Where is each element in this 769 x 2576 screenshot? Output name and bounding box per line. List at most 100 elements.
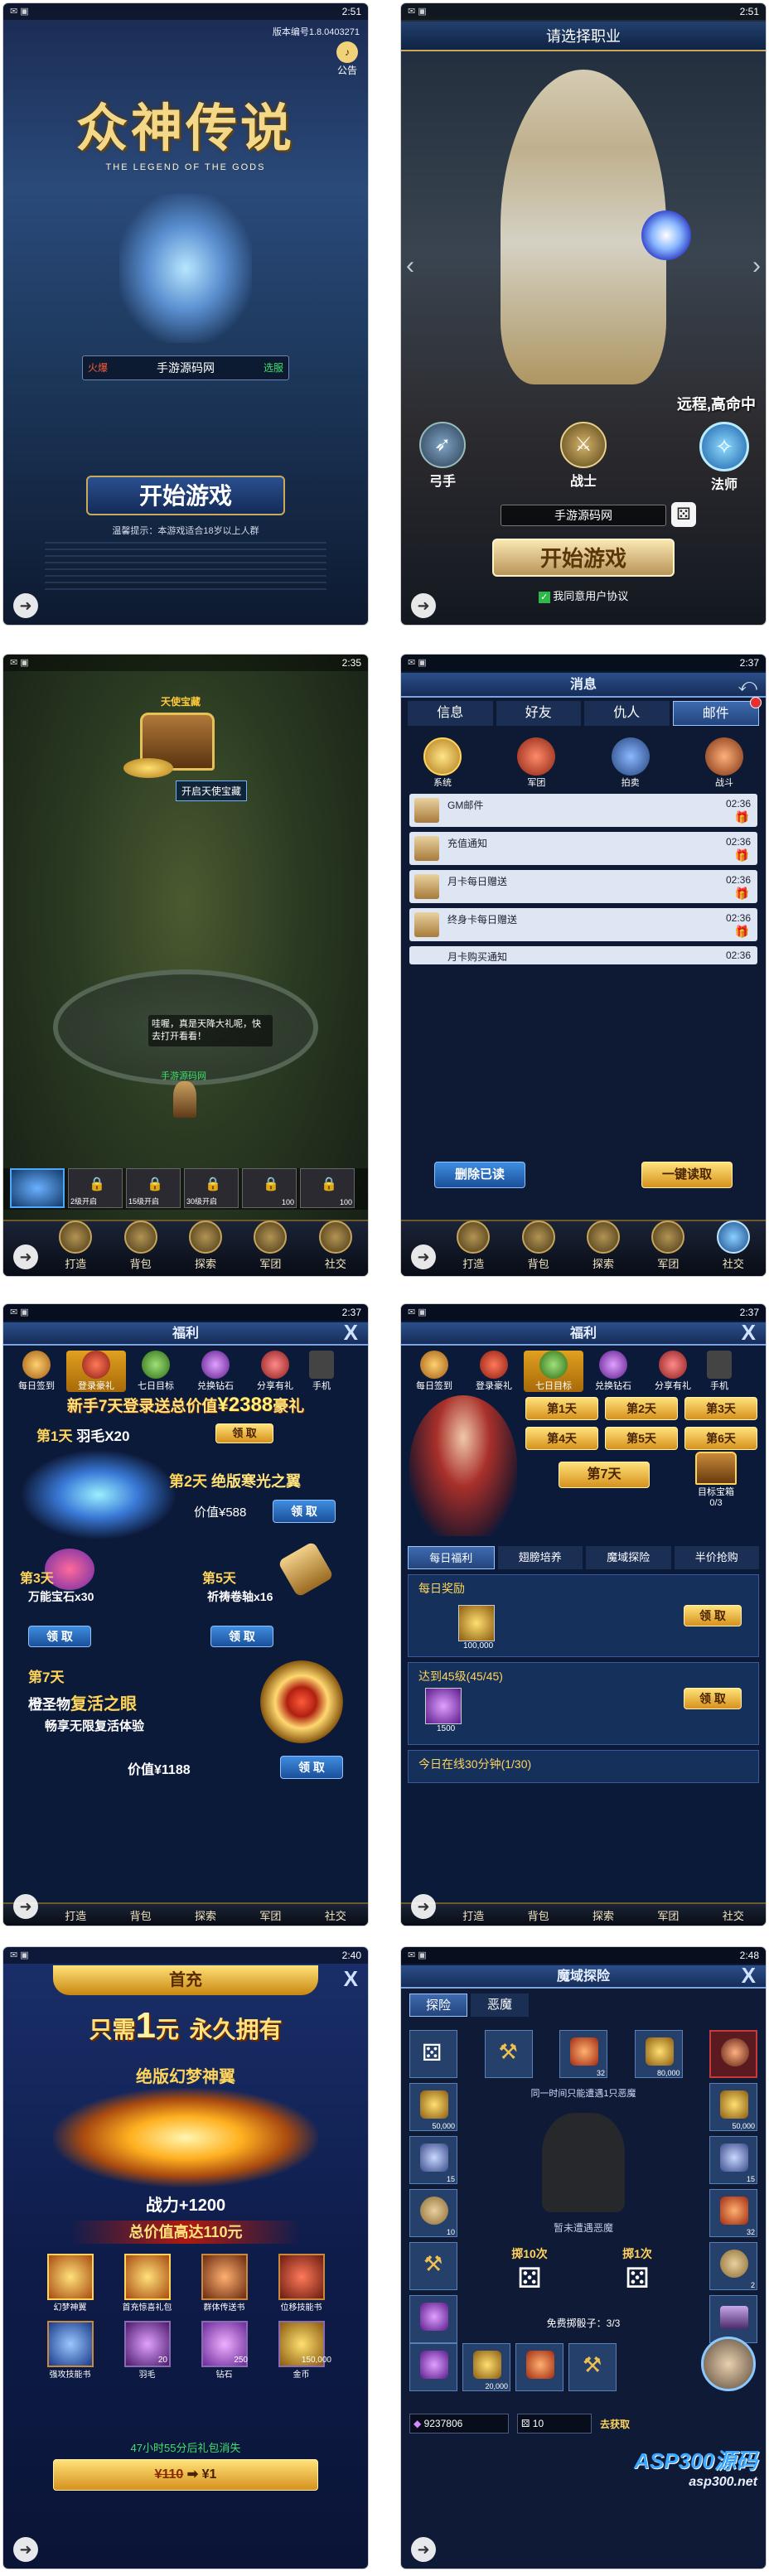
roll-one-button[interactable]: 掷1次 ⚄ <box>608 2245 666 2295</box>
close-icon[interactable]: ⤺ <box>738 674 757 696</box>
reward-item[interactable]: 强攻技能书 <box>36 2321 104 2380</box>
tab-explore[interactable]: 探险 <box>409 1994 467 2017</box>
subtab-half-price[interactable]: 半价抢购 <box>674 1546 759 1569</box>
day3-claim-button[interactable]: 领 取 <box>28 1626 91 1647</box>
skill-slot-3[interactable]: 🔒 15级开启 <box>126 1168 181 1208</box>
day-button-6[interactable]: 第6天 <box>684 1427 757 1450</box>
reward-item[interactable]: 首充惊喜礼包 <box>114 2254 181 2313</box>
roll-ten-button[interactable]: 掷10次 ⚄ <box>501 2245 559 2295</box>
nav-forge[interactable]: 打造 <box>43 1907 108 1923</box>
tab-phone[interactable]: 手机 <box>305 1351 338 1392</box>
subtab-daily[interactable]: 每日福利 <box>408 1546 495 1569</box>
tab-daily-sign[interactable]: 每日签到 <box>404 1351 464 1392</box>
tab-seven-day[interactable]: 七日目标 <box>524 1351 583 1392</box>
reward-item[interactable]: 250 钻石 <box>191 2321 258 2380</box>
player-avatar-cell[interactable] <box>701 2337 756 2391</box>
nav-explore[interactable]: 探索 <box>571 1907 636 1923</box>
close-icon[interactable]: X <box>344 1967 358 1990</box>
tab-login-gift[interactable]: 登录豪礼 <box>66 1351 126 1392</box>
tab-daily-sign[interactable]: 每日签到 <box>7 1351 66 1392</box>
back-arrow-button[interactable]: ➜ <box>13 593 38 618</box>
close-icon[interactable]: X <box>344 1321 358 1344</box>
random-name-dice-icon[interactable]: ⚄ <box>671 502 696 527</box>
server-switch-link[interactable]: 选服 <box>264 356 283 379</box>
skill-slot-4[interactable]: 🔒 30级开启 <box>184 1168 239 1208</box>
day-button-4[interactable]: 第4天 <box>525 1427 598 1450</box>
back-arrow-button[interactable]: ➜ <box>411 1894 436 1919</box>
tab-friends[interactable]: 好友 <box>496 701 581 726</box>
task-claim-button[interactable]: 领 取 <box>684 1605 742 1626</box>
nav-social[interactable]: 社交 <box>701 1220 766 1276</box>
back-arrow-button[interactable]: ➜ <box>411 1245 436 1269</box>
tab-share[interactable]: 分享有礼 <box>245 1351 305 1392</box>
open-chest-button[interactable]: 开启天使宝藏 <box>176 781 248 801</box>
nav-guild[interactable]: 军团 <box>238 1220 302 1276</box>
nav-bag[interactable]: 背包 <box>108 1907 172 1923</box>
read-all-button[interactable]: 一键读取 <box>641 1162 733 1188</box>
skill-slot-1[interactable] <box>10 1168 65 1208</box>
skill-slot-6[interactable]: 🔒 100 <box>300 1168 355 1208</box>
task-claim-button[interactable]: 领 取 <box>684 1688 742 1709</box>
reward-item[interactable]: 位移技能书 <box>268 2254 335 2313</box>
agreement-checkbox[interactable]: ✓ <box>538 591 550 603</box>
nav-explore[interactable]: 探索 <box>173 1220 238 1276</box>
reward-item[interactable]: 幻梦神翼 <box>36 2254 104 2313</box>
nav-social[interactable]: 社交 <box>303 1220 368 1276</box>
day-button-7[interactable]: 第7天 <box>559 1462 650 1488</box>
reward-item[interactable]: 150,000 金币 <box>268 2321 335 2380</box>
tab-mail[interactable]: 邮件 <box>672 697 762 726</box>
tab-login-gift[interactable]: 登录豪礼 <box>464 1351 524 1392</box>
start-game-button[interactable]: 开始游戏 <box>86 476 285 515</box>
buy-button[interactable]: ¥110 ➡ ¥1 <box>53 2459 318 2491</box>
tab-demon[interactable]: 恶魔 <box>471 1994 529 2017</box>
day-button-1[interactable]: 第1天 <box>525 1397 598 1420</box>
nav-forge[interactable]: 打造 <box>441 1220 505 1276</box>
tab-info[interactable]: 信息 <box>408 701 493 726</box>
skill-slot-5[interactable]: 🔒 100 <box>242 1168 297 1208</box>
create-start-button[interactable]: 开始游戏 <box>492 539 675 577</box>
nav-social[interactable]: 社交 <box>303 1907 368 1923</box>
class-mage[interactable]: ✧ 法师 <box>691 422 757 493</box>
skill-slot-2[interactable]: 🔒 2级开启 <box>68 1168 123 1208</box>
tab-share[interactable]: 分享有礼 <box>643 1351 703 1392</box>
mail-item[interactable]: 充值通知 02:36 🎁 <box>409 832 757 865</box>
mail-item[interactable]: GM邮件 02:36 🎁 <box>409 794 757 827</box>
nav-guild[interactable]: 军团 <box>636 1907 700 1923</box>
class-warrior[interactable]: ⚔ 战士 <box>550 422 617 493</box>
mail-item[interactable]: 月卡每日赠送 02:36 🎁 <box>409 870 757 903</box>
prev-class-arrow[interactable]: ‹ <box>406 252 414 280</box>
server-select[interactable]: 火爆 手游源码网 选服 <box>82 355 289 380</box>
nav-bag[interactable]: 背包 <box>108 1220 172 1276</box>
subtab-wings[interactable]: 翅膀培养 <box>497 1546 583 1569</box>
day7-claim-button[interactable]: 领 取 <box>280 1756 343 1779</box>
day-button-5[interactable]: 第5天 <box>605 1427 678 1450</box>
day2-claim-button[interactable]: 领 取 <box>273 1500 336 1523</box>
nav-forge[interactable]: 打造 <box>43 1220 108 1276</box>
tab-enemies[interactable]: 仇人 <box>584 701 670 726</box>
nav-social[interactable]: 社交 <box>701 1907 766 1923</box>
nav-explore[interactable]: 探索 <box>173 1907 238 1923</box>
reward-item[interactable]: 20 羽毛 <box>114 2321 181 2380</box>
target-chest[interactable]: 目标宝箱 0/3 <box>687 1452 745 1508</box>
tab-phone[interactable]: 手机 <box>703 1351 736 1392</box>
reward-item[interactable]: 群体传送书 <box>191 2254 258 2313</box>
back-arrow-button[interactable]: ➜ <box>13 2537 38 2562</box>
nav-guild[interactable]: 军团 <box>636 1220 700 1276</box>
nav-guild[interactable]: 军团 <box>238 1907 302 1923</box>
tab-exchange-diamond[interactable]: 兑换钻石 <box>186 1351 245 1392</box>
nav-forge[interactable]: 打造 <box>441 1907 505 1923</box>
day-button-2[interactable]: 第2天 <box>605 1397 678 1420</box>
notice-button[interactable]: ♪ 公告 <box>336 41 358 77</box>
tab-exchange-diamond[interactable]: 兑换钻石 <box>583 1351 643 1392</box>
mail-item[interactable]: 月卡购买通知 02:36 <box>409 946 757 964</box>
get-more-link[interactable]: 去获取 <box>600 2417 630 2431</box>
close-icon[interactable]: X <box>742 1321 756 1344</box>
category-guild[interactable]: 军团 <box>503 737 569 789</box>
nav-bag[interactable]: 背包 <box>505 1220 570 1276</box>
close-icon[interactable]: X <box>742 1964 756 1987</box>
category-auction[interactable]: 拍卖 <box>597 737 664 789</box>
day-button-3[interactable]: 第3天 <box>684 1397 757 1420</box>
back-arrow-button[interactable]: ➜ <box>411 2537 436 2562</box>
back-arrow-button[interactable]: ➜ <box>13 1894 38 1919</box>
day5-claim-button[interactable]: 领 取 <box>210 1626 273 1647</box>
